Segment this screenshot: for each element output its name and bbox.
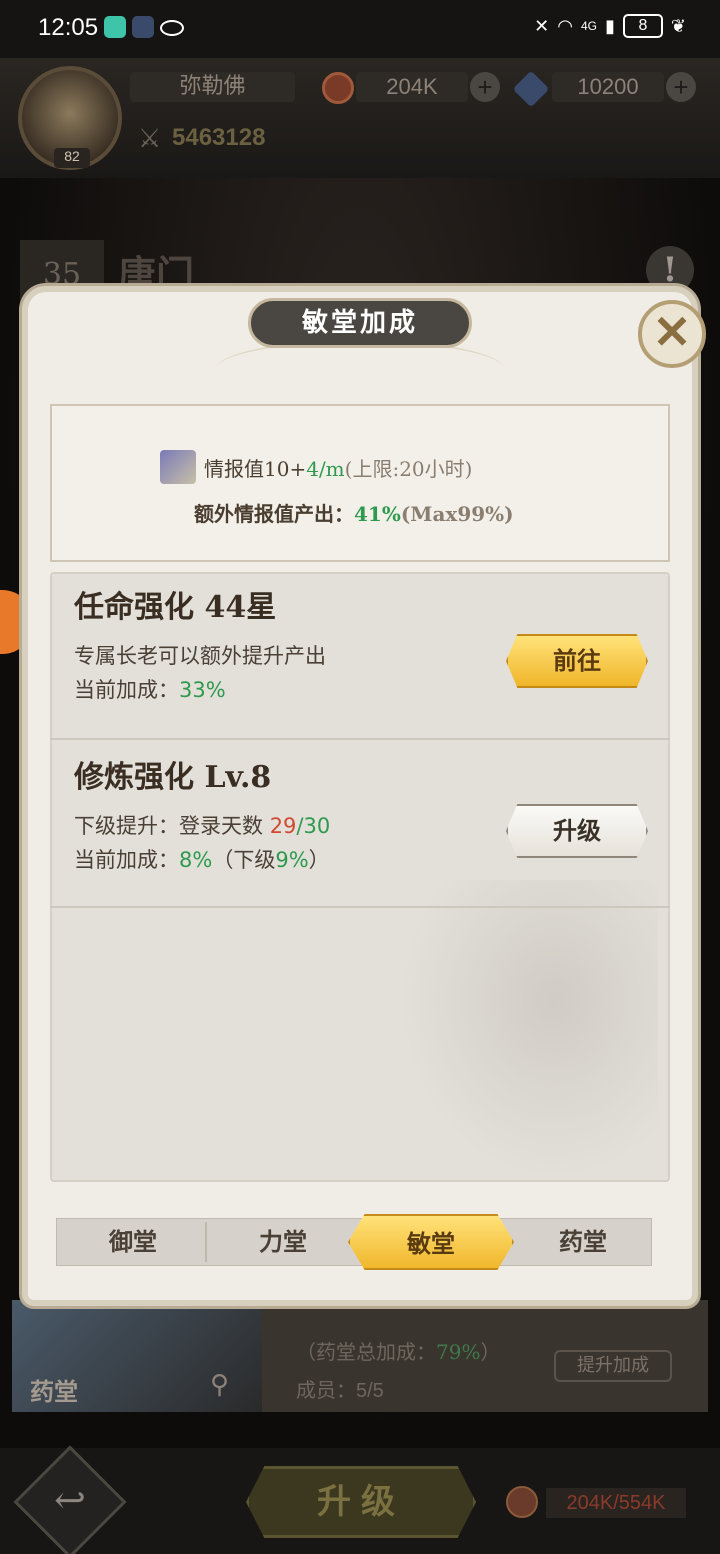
training-bonus-value: 8% — [179, 848, 213, 872]
shield-app-icon — [104, 16, 126, 38]
magnifier-icon[interactable]: ⚲ — [210, 1370, 229, 1400]
close-icon: ✕ — [652, 306, 692, 358]
intel-limit: (上限:20小时) — [344, 456, 473, 481]
appoint-bonus-value: 33% — [179, 678, 226, 702]
training-next-total: /30 — [296, 814, 331, 838]
upgrade-button[interactable]: 升级 — [506, 804, 648, 858]
tab-mintang[interactable]: 敏堂 — [348, 1214, 514, 1270]
training-bonus-next-value: 9% — [275, 848, 309, 872]
extra-label: 额外情报值产出： — [194, 502, 354, 526]
total-bonus-suffix: ） — [480, 1340, 501, 1364]
character-watermark — [398, 880, 658, 1180]
training-title: 修炼强化 Lv.8 — [74, 760, 272, 795]
battery-icon: 8 — [622, 14, 663, 38]
upgrade-cost: 204K/554K — [546, 1488, 686, 1518]
training-bonus-next-prefix: （下级 — [212, 848, 276, 872]
gold-coin-icon — [322, 72, 354, 104]
boost-bonus-button[interactable]: 提升加成 — [554, 1350, 672, 1382]
leaf-icon: ❦ — [670, 15, 686, 36]
swords-icon: ⚔ — [138, 124, 162, 154]
game-app-icon — [132, 16, 154, 38]
status-bar: 12:05 ✕ ◠ 4G ▮ 8 ❦ — [0, 0, 720, 58]
appoint-bonus-label: 当前加成： — [74, 678, 179, 702]
training-bonus: 当前加成：8%（下级9%） — [74, 844, 330, 874]
cost-coin-icon — [506, 1486, 538, 1518]
player-name: 弥勒佛 — [130, 72, 295, 102]
tab-litang[interactable]: 力堂 — [208, 1218, 358, 1266]
network-type: 4G — [580, 19, 597, 33]
training-next-current: 29 — [269, 814, 297, 838]
modal-title: 敏堂加成 — [248, 298, 472, 348]
training-bonus-next-suffix: ） — [308, 848, 330, 872]
intel-rate-line: 情报值10+4/m(上限:20小时) — [160, 450, 472, 484]
combat-power: 5463128 — [172, 124, 266, 151]
tab-divider — [205, 1222, 207, 1262]
total-bonus-value: 79% — [436, 1340, 481, 1364]
extra-value: 41% — [354, 502, 401, 526]
training-next: 下级提升：登录天数 29/30 — [74, 810, 330, 840]
back-arrow-icon: ↩ — [54, 1478, 86, 1522]
training-next-label: 下级提升：登录天数 — [74, 814, 270, 838]
status-time: 12:05 — [38, 14, 99, 41]
eye-icon — [160, 20, 184, 36]
training-bonus-label: 当前加成： — [74, 848, 179, 872]
extra-max: (Max99%) — [400, 502, 514, 526]
intel-text: 情报值10+4/m(上限:20小时) — [204, 453, 472, 482]
appoint-bonus: 当前加成：33% — [74, 674, 226, 704]
modal-emblem — [215, 340, 505, 400]
extra-output-line: 额外情报值产出：41%(Max99%) — [194, 498, 514, 527]
intel-prefix: 情报值10+ — [204, 456, 307, 481]
gold-amount: 204K — [356, 72, 468, 102]
mute-icon: ✕ — [534, 15, 550, 36]
diamond-amount: 10200 — [552, 72, 664, 102]
close-button[interactable]: ✕ — [638, 300, 706, 368]
tab-yaotang[interactable]: 药堂 — [508, 1218, 658, 1266]
status-right: ✕ ◠ 4G ▮ 8 ❦ — [534, 14, 686, 38]
main-upgrade-button[interactable]: 升级 — [246, 1466, 476, 1538]
signal-icon: ▮ — [605, 15, 615, 36]
tab-yutang[interactable]: 御堂 — [58, 1218, 208, 1266]
add-diamond-button[interactable]: + — [666, 72, 696, 102]
appoint-desc: 专属长老可以额外提升产出 — [74, 644, 326, 668]
hall-members: 成员：5/5 — [296, 1380, 384, 1402]
wifi-icon: ◠ — [557, 15, 573, 36]
hall-card-label: 药堂 — [30, 1377, 78, 1406]
scroll-icon — [160, 450, 196, 484]
avatar-level: 82 — [54, 148, 90, 168]
intel-rate: 4/m — [306, 456, 345, 481]
battery-level: 8 — [638, 17, 648, 34]
appoint-title: 任命强化 44星 — [74, 590, 277, 625]
goto-button[interactable]: 前往 — [506, 634, 648, 688]
total-bonus-prefix: （药堂总加成： — [296, 1340, 436, 1364]
hall-total-bonus: （药堂总加成：79%） — [296, 1336, 500, 1365]
add-gold-button[interactable]: + — [470, 72, 500, 102]
